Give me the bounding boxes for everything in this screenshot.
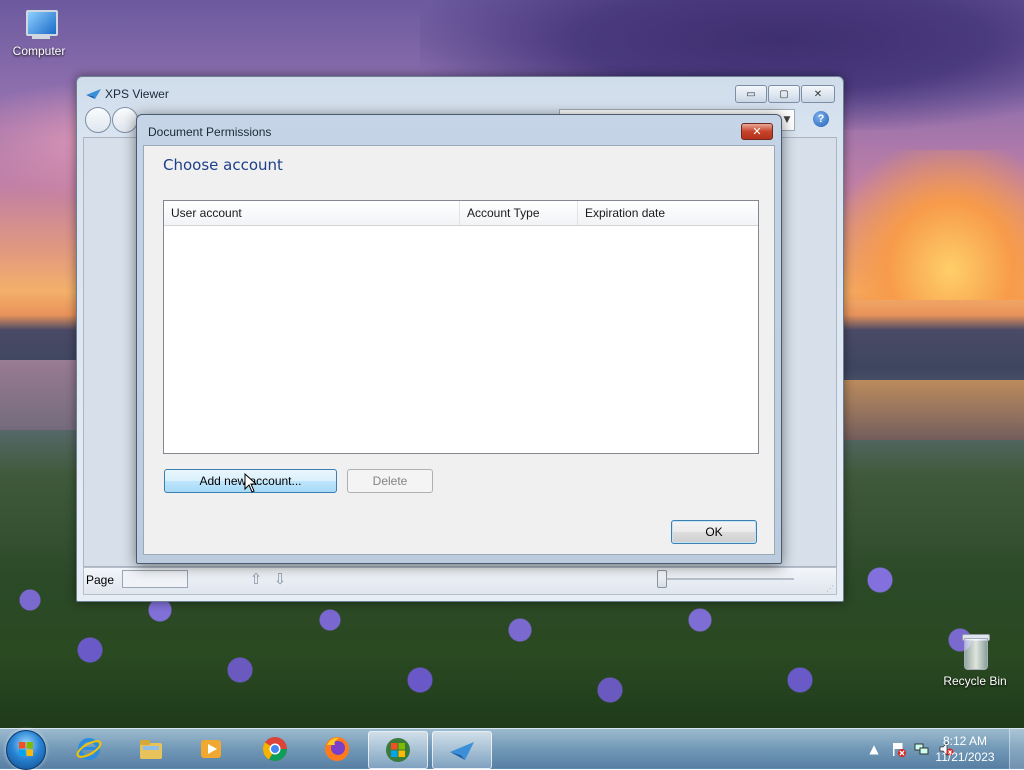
action-center-flag-icon[interactable]: [890, 741, 906, 757]
zoom-slider-thumb[interactable]: [657, 570, 667, 588]
taskbar: ▲ 8:12 AM 11/21/2023: [0, 728, 1024, 770]
previous-page-icon[interactable]: ⇧: [248, 570, 264, 588]
account-list-header: User account Account Type Expiration dat…: [164, 201, 758, 226]
dialog-title: Document Permissions: [148, 125, 272, 139]
navigation-buttons: [85, 107, 139, 133]
windows-icon: [386, 738, 410, 762]
taskbar-item-windows[interactable]: [368, 731, 428, 769]
dialog-body: Choose account User account Account Type…: [143, 145, 775, 555]
recycle-bin-icon: [960, 632, 990, 670]
dialog-heading: Choose account: [163, 156, 283, 174]
windows-logo-icon: [19, 742, 33, 756]
status-bar: Page ⇧ ⇩ ⋰: [83, 567, 837, 595]
close-icon: ✕: [752, 125, 762, 138]
delete-button[interactable]: Delete: [347, 469, 433, 493]
taskbar-item-chrome[interactable]: [246, 731, 304, 767]
taskbar-item-windows-explorer[interactable]: [122, 731, 180, 767]
system-tray: ▲ 8:12 AM 11/21/2023: [824, 729, 1024, 769]
taskbar-item-media-player[interactable]: [182, 731, 240, 767]
start-button[interactable]: [6, 730, 46, 770]
page-label: Page: [86, 573, 115, 587]
wallpaper-water: [840, 380, 1024, 440]
taskbar-item-xps-viewer[interactable]: [432, 731, 492, 769]
show-hidden-icons-icon[interactable]: ▲: [866, 741, 882, 757]
help-icon[interactable]: ?: [813, 111, 829, 127]
xps-viewer-icon: [450, 742, 474, 760]
chrome-icon: [263, 737, 287, 762]
column-header-account-type[interactable]: Account Type: [460, 201, 578, 225]
desktop-icon-label: Recycle Bin: [943, 674, 1007, 688]
taskbar-clock[interactable]: 8:12 AM 11/21/2023: [930, 733, 1000, 765]
ie-icon: [76, 738, 102, 760]
mouse-cursor-icon: [244, 473, 258, 493]
xps-viewer-icon: [86, 89, 101, 99]
taskbar-item-internet-explorer[interactable]: [60, 731, 118, 767]
minimize-button[interactable]: ▭: [735, 85, 767, 103]
close-icon: ✕: [813, 88, 823, 100]
close-button[interactable]: ✕: [801, 85, 835, 103]
taskbar-item-firefox[interactable]: [308, 731, 366, 767]
desktop-icon-label: Computer: [12, 44, 66, 58]
next-page-icon[interactable]: ⇩: [272, 570, 288, 588]
folder-icon: [140, 740, 162, 759]
ok-button[interactable]: OK: [671, 520, 757, 544]
computer-icon: [20, 10, 58, 40]
resize-grip-icon[interactable]: ⋰: [826, 584, 834, 593]
back-button[interactable]: [85, 107, 111, 133]
maximize-icon: ▢: [779, 88, 789, 100]
account-list[interactable]: User account Account Type Expiration dat…: [163, 200, 759, 454]
forward-button[interactable]: [112, 107, 138, 133]
media-player-icon: [201, 740, 221, 758]
column-header-user-account[interactable]: User account: [164, 201, 460, 225]
desktop-icon-recycle-bin[interactable]: Recycle Bin: [940, 632, 1010, 688]
search-dropdown-icon[interactable]: ▼: [780, 110, 794, 130]
wallpaper-sun: [840, 150, 1024, 300]
desktop-icon-computer[interactable]: Computer: [4, 10, 74, 58]
clock-time: 8:12 AM: [942, 734, 988, 748]
firefox-icon: [325, 737, 349, 761]
show-desktop-button[interactable]: [1009, 729, 1024, 769]
column-header-expiration-date[interactable]: Expiration date: [578, 201, 758, 225]
page-number-input[interactable]: [122, 570, 188, 588]
dialog-close-button[interactable]: ✕: [741, 123, 773, 140]
window-title: XPS Viewer: [105, 87, 169, 101]
clock-date: 11/21/2023: [935, 750, 995, 764]
zoom-slider-track[interactable]: [660, 578, 794, 580]
wallpaper-water: [0, 360, 80, 430]
network-icon[interactable]: [914, 741, 930, 757]
document-permissions-dialog: Document Permissions ✕ Choose account Us…: [136, 114, 782, 564]
window-caption-buttons: ▭ ▢ ✕: [735, 85, 835, 103]
minimize-icon: ▭: [746, 88, 756, 100]
maximize-button[interactable]: ▢: [768, 85, 800, 103]
